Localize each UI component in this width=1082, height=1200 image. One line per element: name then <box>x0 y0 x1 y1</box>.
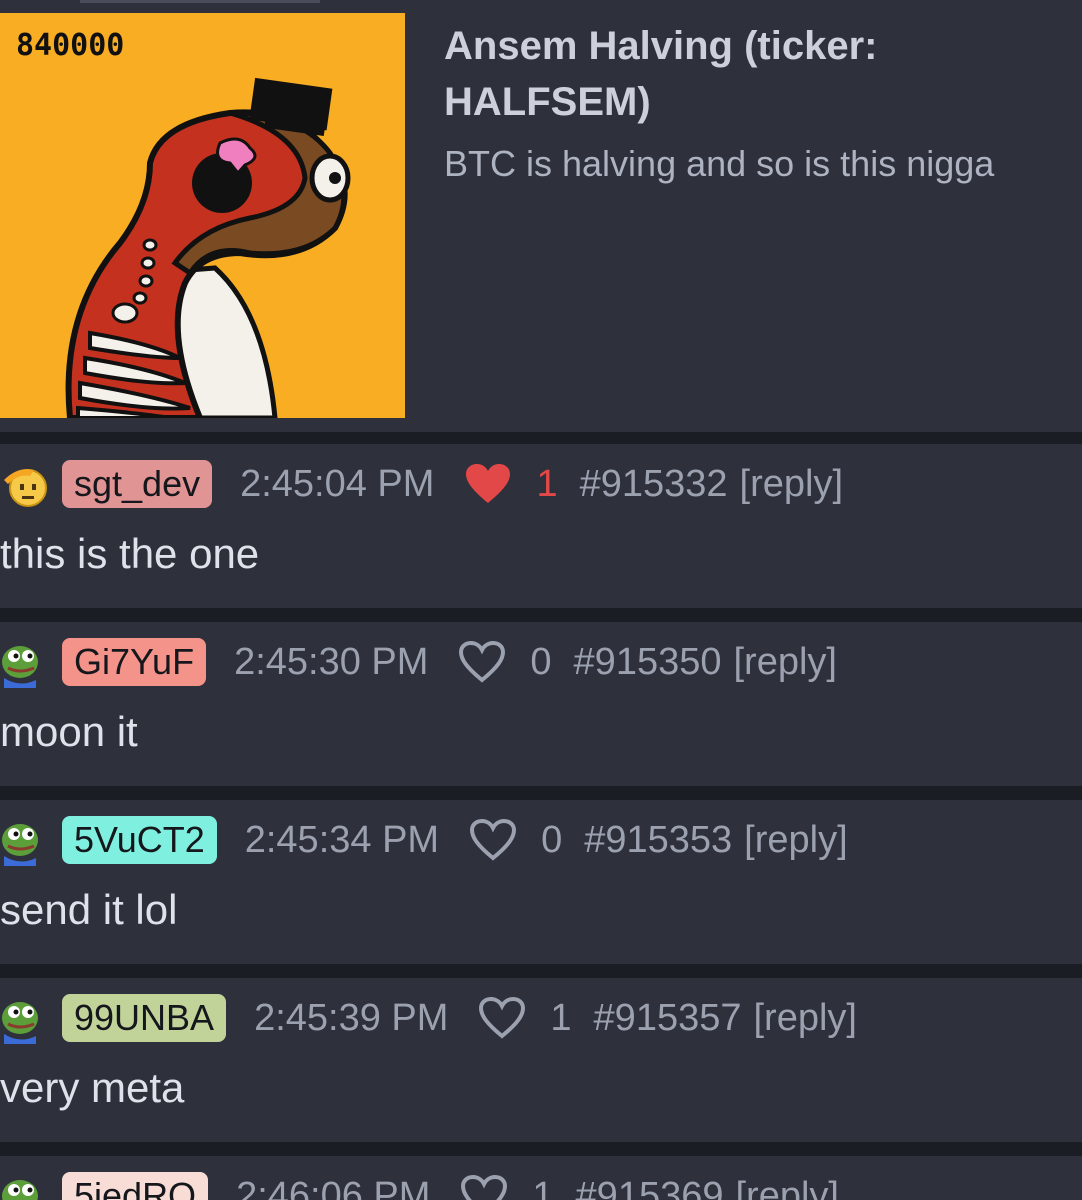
comment-meta: 5iedRQ 2:46:06 PM 1 #915369 [reply] <box>0 1168 839 1200</box>
comment-meta: 5VuCT2 2:45:34 PM 0 #915353 [reply] <box>0 812 848 868</box>
username-badge[interactable]: sgt_dev <box>62 460 213 508</box>
like-count: 1 <box>550 996 572 1039</box>
username-badge[interactable]: Gi7YuF <box>62 638 207 686</box>
reply-link[interactable]: [reply] <box>753 997 856 1040</box>
reply-link[interactable]: [reply] <box>744 819 847 862</box>
like-count: 1 <box>536 462 558 505</box>
comment-text: send it lol <box>0 886 178 933</box>
pepe-avatar-icon[interactable] <box>0 1170 52 1200</box>
heart-filled-icon[interactable] <box>462 458 514 510</box>
username-badge[interactable]: 99UNBA <box>62 994 227 1042</box>
comment-timestamp: 2:45:34 PM <box>244 818 440 861</box>
comment-card: 5VuCT2 2:45:34 PM 0 #915353 [reply] send… <box>0 800 1082 964</box>
token-image[interactable]: 840000 <box>0 13 405 418</box>
like-count: 0 <box>530 640 552 683</box>
reply-link[interactable]: [reply] <box>740 463 843 506</box>
comment-card: sgt_dev 2:45:04 PM 1 #915332 [reply] thi… <box>0 444 1082 608</box>
post-id[interactable]: #915350 <box>574 641 722 684</box>
token-illustration: 840000 <box>0 13 405 418</box>
comment-timestamp: 2:45:30 PM <box>234 640 429 683</box>
like-count: 0 <box>541 818 563 861</box>
username-badge[interactable]: 5iedRQ <box>62 1172 209 1200</box>
reply-link[interactable]: [reply] <box>735 1175 838 1200</box>
token-description: BTC is halving and so is this nigga <box>444 143 995 184</box>
image-caption: 840000 <box>16 28 124 63</box>
pepe-avatar-icon[interactable] <box>0 636 52 688</box>
comment-text: moon it <box>0 708 138 755</box>
username-badge[interactable]: 5VuCT2 <box>62 816 217 864</box>
post-id[interactable]: #915357 <box>594 997 742 1040</box>
pepe-avatar-icon[interactable] <box>0 992 52 1044</box>
comment-card: 5iedRQ 2:46:06 PM 1 #915369 [reply] <box>0 1156 1082 1200</box>
comment-text: this is the one <box>0 530 260 577</box>
comment-card: 99UNBA 2:45:39 PM 1 #915357 [reply] very… <box>0 978 1082 1142</box>
comment-timestamp: 2:45:04 PM <box>240 462 435 505</box>
comment-timestamp: 2:45:39 PM <box>254 996 449 1039</box>
like-count: 1 <box>532 1174 554 1200</box>
heart-outline-icon[interactable] <box>476 992 528 1044</box>
comment-meta: sgt_dev 2:45:04 PM 1 #915332 [reply] <box>0 456 843 512</box>
comment-meta: 99UNBA 2:45:39 PM 1 #915357 [reply] <box>0 990 857 1046</box>
heart-outline-icon[interactable] <box>458 1170 510 1200</box>
heart-outline-icon[interactable] <box>456 636 508 688</box>
comment-timestamp: 2:46:06 PM <box>236 1174 431 1200</box>
post-id[interactable]: #915369 <box>576 1175 724 1200</box>
comment-meta: Gi7YuF 2:45:30 PM 0 #915350 [reply] <box>0 634 837 690</box>
comment-card: Gi7YuF 2:45:30 PM 0 #915350 [reply] moon… <box>0 622 1082 786</box>
token-header: 840000 Ansem Halving (ticker: HALFSEM) B… <box>0 0 1082 432</box>
saluting-emoji-avatar-icon[interactable] <box>0 458 52 510</box>
reply-link[interactable]: [reply] <box>733 641 836 684</box>
post-id[interactable]: #915332 <box>580 463 728 506</box>
top-divider <box>80 0 320 3</box>
heart-outline-icon[interactable] <box>467 814 519 866</box>
comment-text: very meta <box>0 1064 185 1111</box>
post-id[interactable]: #915353 <box>584 819 732 862</box>
pepe-avatar-icon[interactable] <box>0 814 52 866</box>
token-title: Ansem Halving (ticker: HALFSEM) <box>444 24 878 124</box>
